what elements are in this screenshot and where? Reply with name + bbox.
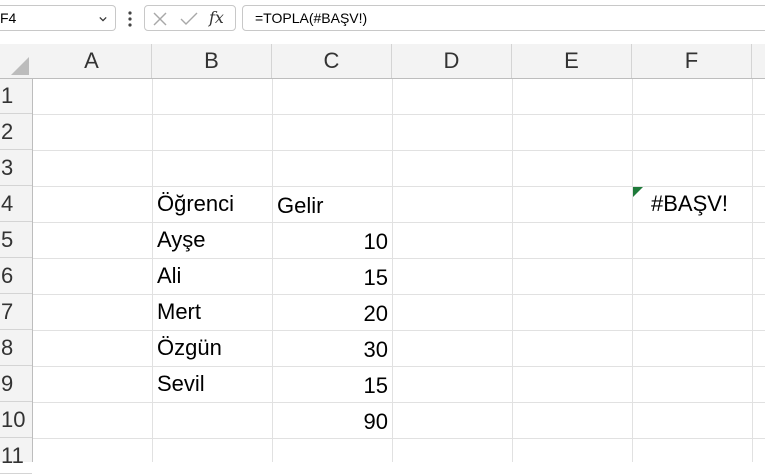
row-header-4[interactable]: 4 — [0, 186, 32, 222]
cell-c4[interactable]: Gelir — [277, 193, 323, 219]
chevron-down-icon[interactable] — [99, 15, 107, 23]
cell-b5[interactable]: Ayşe — [157, 227, 206, 253]
row-header-11[interactable]: 11 — [0, 438, 32, 474]
cell-c7[interactable]: 20 — [273, 301, 388, 327]
insert-function-icon[interactable]: fx — [209, 8, 224, 27]
row-header-8[interactable]: 8 — [0, 330, 32, 366]
row-header-3[interactable]: 3 — [0, 150, 32, 186]
gridline — [752, 79, 753, 462]
select-all-icon — [11, 57, 29, 75]
column-header-d[interactable]: D — [392, 44, 512, 78]
row-header-2[interactable]: 2 — [0, 114, 32, 150]
formula-text: =TOPLA(#BAŞV!) — [255, 10, 368, 26]
name-box[interactable]: F4 — [0, 5, 116, 31]
column-header-e[interactable]: E — [512, 44, 632, 78]
select-all-button[interactable] — [0, 44, 32, 78]
formula-bar: F4 fx =TOPLA(#BAŞV!) — [0, 0, 765, 38]
cell-b9[interactable]: Sevil — [157, 371, 205, 397]
gridline — [33, 402, 765, 403]
cell-c5[interactable]: 10 — [273, 229, 388, 255]
gridline — [512, 79, 513, 462]
row-header-10[interactable]: 10 — [0, 402, 32, 438]
name-box-value: F4 — [0, 10, 17, 26]
gridline — [392, 79, 393, 462]
gridline — [33, 186, 765, 187]
column-header-c[interactable]: C — [272, 44, 392, 78]
gridline — [33, 294, 765, 295]
gridline — [33, 438, 765, 439]
gridline — [152, 79, 153, 462]
cell-b8[interactable]: Özgün — [157, 335, 222, 361]
formula-buttons: fx — [144, 5, 236, 31]
cell-b6[interactable]: Ali — [157, 263, 181, 289]
enter-icon[interactable] — [180, 12, 198, 26]
cancel-icon[interactable] — [153, 12, 167, 26]
column-header-f[interactable]: F — [632, 44, 752, 78]
row-header-9[interactable]: 9 — [0, 366, 32, 402]
row-headers: 1 2 3 4 5 6 7 8 9 10 11 — [0, 78, 32, 474]
cell-c6[interactable]: 15 — [273, 265, 388, 291]
column-header-a[interactable]: A — [32, 44, 152, 78]
row-header-5[interactable]: 5 — [0, 222, 32, 258]
cell-c9[interactable]: 15 — [273, 373, 388, 399]
error-indicator-icon[interactable] — [633, 187, 643, 197]
cell-grid[interactable]: Öğrenci Gelir #BAŞV! Ayşe 10 Ali 15 Mert… — [33, 79, 765, 462]
formula-input[interactable]: =TOPLA(#BAŞV!) — [242, 5, 765, 31]
row-header-6[interactable]: 6 — [0, 258, 32, 294]
gridline — [33, 258, 765, 259]
more-options-icon[interactable] — [124, 9, 136, 29]
gridline — [33, 330, 765, 331]
column-headers: A B C D E F — [32, 44, 765, 78]
gridline — [33, 114, 765, 115]
column-header-b[interactable]: B — [152, 44, 272, 78]
gridline — [33, 150, 765, 151]
gridline — [632, 79, 633, 462]
gridline — [33, 366, 765, 367]
cell-b4[interactable]: Öğrenci — [157, 191, 234, 217]
gridline — [33, 222, 765, 223]
row-header-7[interactable]: 7 — [0, 294, 32, 330]
cell-c10[interactable]: 90 — [273, 409, 388, 435]
cell-c8[interactable]: 30 — [273, 337, 388, 363]
cell-b7[interactable]: Mert — [157, 299, 201, 325]
cell-f4[interactable]: #BAŞV! — [651, 191, 728, 217]
row-header-1[interactable]: 1 — [0, 78, 32, 114]
